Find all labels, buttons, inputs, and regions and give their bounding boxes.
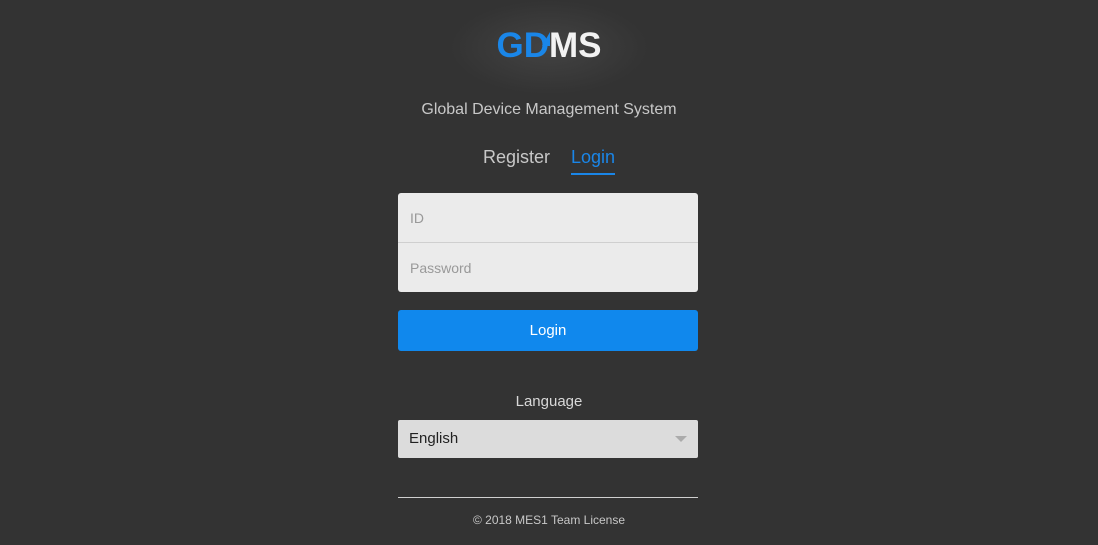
id-input[interactable]: [398, 193, 698, 242]
logo-slash-icon: [542, 32, 550, 46]
tab-login[interactable]: Login: [570, 147, 616, 175]
auth-tabs: Register Login: [0, 147, 1098, 175]
login-form: [398, 193, 698, 292]
language-select[interactable]: English: [398, 420, 698, 458]
logo-part-white: MS: [542, 26, 602, 65]
app-logo: GD MS: [0, 26, 1098, 66]
footer-divider: [398, 497, 698, 498]
language-label: Language: [515, 393, 583, 410]
login-page: GD MS Global Device Management System Reg…: [0, 0, 1098, 545]
chevron-down-icon: [675, 436, 687, 442]
logo-part-white-text: MS: [549, 26, 602, 65]
footer-copyright: © 2018 MES1 Team License: [472, 513, 626, 527]
language-selected-value: English: [409, 430, 459, 447]
tab-register[interactable]: Register: [483, 147, 550, 175]
password-input[interactable]: [398, 243, 698, 292]
login-button[interactable]: Login: [398, 310, 698, 351]
app-subtitle: Global Device Management System: [421, 101, 677, 118]
